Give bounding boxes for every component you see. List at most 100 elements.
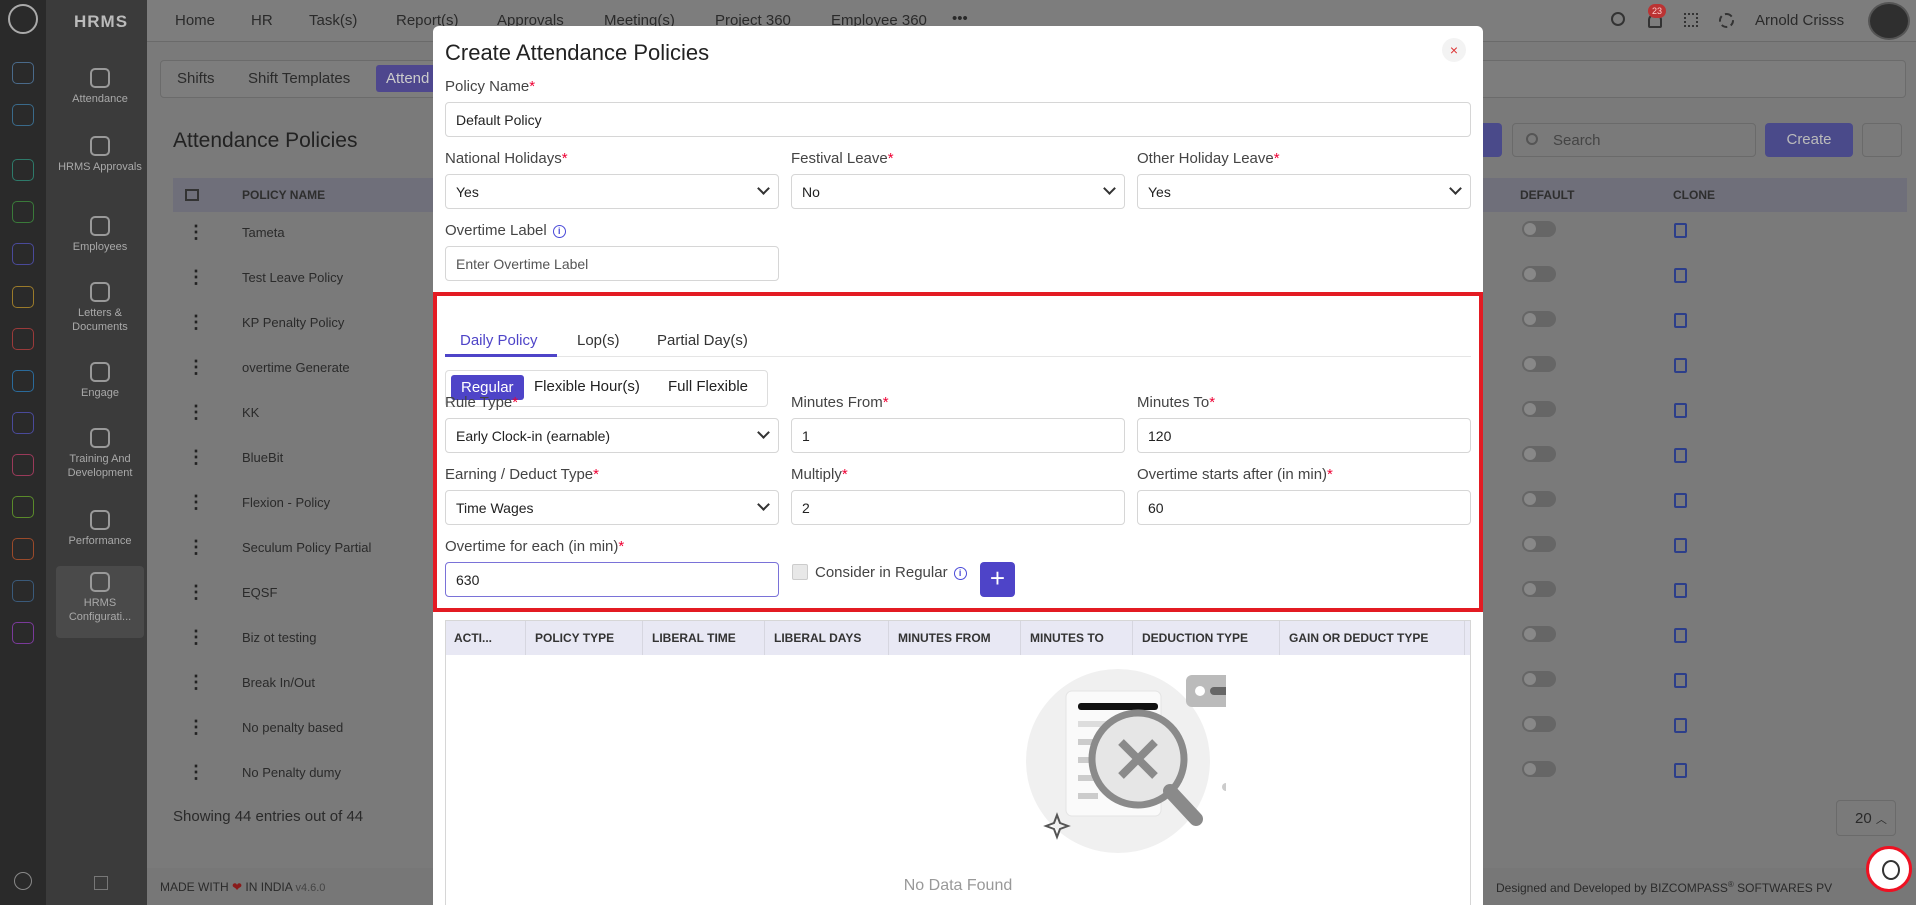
row-menu-icon[interactable]: ⋮ bbox=[187, 537, 205, 558]
row-menu-icon[interactable]: ⋮ bbox=[187, 402, 205, 423]
overtime-label-input[interactable]: Enter Overtime Label bbox=[445, 246, 779, 281]
table-row[interactable]: ⋮ Break In/Out bbox=[173, 670, 433, 715]
national-holidays-select[interactable]: Yes bbox=[445, 174, 779, 209]
col-gain-deduct-type[interactable]: GAIN OR DEDUCT TYPE bbox=[1289, 631, 1428, 645]
table-row[interactable]: ⋮ Test Leave Policy bbox=[173, 265, 433, 310]
row-menu-icon[interactable]: ⋮ bbox=[187, 447, 205, 468]
default-toggle[interactable] bbox=[1522, 581, 1556, 597]
row-menu-icon[interactable]: ⋮ bbox=[187, 627, 205, 648]
tab-lops[interactable]: Lop(s) bbox=[577, 332, 620, 349]
row-menu-icon[interactable]: ⋮ bbox=[187, 492, 205, 513]
tab-shift-templates[interactable]: Shift Templates bbox=[248, 70, 350, 87]
row-menu-icon[interactable]: ⋮ bbox=[187, 672, 205, 693]
avatar[interactable] bbox=[1868, 2, 1910, 40]
row-menu-icon[interactable]: ⋮ bbox=[187, 312, 205, 333]
rule-type-select[interactable]: Early Clock-in (earnable) bbox=[445, 418, 779, 453]
clone-icon[interactable] bbox=[1674, 313, 1687, 328]
minutes-to-input[interactable]: 120 bbox=[1137, 418, 1471, 453]
gear-icon[interactable] bbox=[1719, 13, 1734, 28]
sidebar-item-employees[interactable]: Employees bbox=[56, 216, 144, 254]
clone-icon[interactable] bbox=[1674, 583, 1687, 598]
clone-icon[interactable] bbox=[1674, 493, 1687, 508]
page-size-select[interactable]: 20 ︿ bbox=[1836, 800, 1896, 836]
tab-attendance-policies[interactable]: Attend bbox=[376, 65, 440, 92]
segment-flexible-hours[interactable]: Flexible Hour(s) bbox=[534, 378, 640, 395]
earning-deduct-select[interactable]: Time Wages bbox=[445, 490, 779, 525]
sidebar-item-performance[interactable]: Performance bbox=[56, 510, 144, 548]
clone-icon[interactable] bbox=[1674, 538, 1687, 553]
app-icon[interactable] bbox=[12, 454, 34, 476]
minutes-from-input[interactable]: 1 bbox=[791, 418, 1125, 453]
clone-icon[interactable] bbox=[1674, 628, 1687, 643]
sidebar-item-attendance[interactable]: Attendance bbox=[56, 68, 144, 106]
app-icon[interactable] bbox=[12, 243, 34, 265]
sidebar-item-engage[interactable]: Engage bbox=[56, 362, 144, 400]
festival-leave-select[interactable]: No bbox=[791, 174, 1125, 209]
clone-icon[interactable] bbox=[1674, 763, 1687, 778]
info-icon[interactable]: i bbox=[552, 225, 566, 238]
col-actions[interactable]: ACTI... bbox=[454, 631, 492, 645]
tab-shifts[interactable]: Shifts bbox=[177, 70, 215, 87]
table-row[interactable]: ⋮ Biz ot testing bbox=[173, 625, 433, 670]
table-row[interactable]: ⋮ EQSF bbox=[173, 580, 433, 625]
clone-icon[interactable] bbox=[1674, 718, 1687, 733]
col-liberal-time[interactable]: LIBERAL TIME bbox=[652, 631, 736, 645]
user-name[interactable]: Arnold Crisss bbox=[1755, 12, 1844, 29]
segment-full-flexible[interactable]: Full Flexible bbox=[668, 378, 748, 395]
default-toggle[interactable] bbox=[1522, 356, 1556, 372]
default-toggle[interactable] bbox=[1522, 221, 1556, 237]
app-icon[interactable] bbox=[12, 496, 34, 518]
col-minutes-to[interactable]: MINUTES TO bbox=[1030, 631, 1104, 645]
default-toggle[interactable] bbox=[1522, 446, 1556, 462]
default-toggle[interactable] bbox=[1522, 491, 1556, 507]
row-menu-icon[interactable]: ⋮ bbox=[187, 762, 205, 783]
row-menu-icon[interactable]: ⋮ bbox=[187, 222, 205, 243]
search-icon[interactable] bbox=[14, 872, 32, 890]
clone-icon[interactable] bbox=[1674, 448, 1687, 463]
default-toggle[interactable] bbox=[1522, 626, 1556, 642]
row-menu-icon[interactable]: ⋮ bbox=[187, 267, 205, 288]
app-icon[interactable] bbox=[12, 580, 34, 602]
app-icon[interactable] bbox=[12, 538, 34, 560]
ot-starts-after-input[interactable]: 60 bbox=[1137, 490, 1471, 525]
app-icon[interactable] bbox=[12, 370, 34, 392]
app-icon[interactable] bbox=[12, 622, 34, 644]
info-icon[interactable]: i bbox=[953, 567, 967, 580]
ot-for-each-input[interactable]: 630 bbox=[445, 562, 779, 597]
collapse-sidebar-icon[interactable] bbox=[94, 876, 108, 890]
clone-icon[interactable] bbox=[1674, 673, 1687, 688]
default-toggle[interactable] bbox=[1522, 311, 1556, 327]
other-holiday-select[interactable]: Yes bbox=[1137, 174, 1471, 209]
table-row[interactable]: ⋮ No penalty based bbox=[173, 715, 433, 760]
default-toggle[interactable] bbox=[1522, 401, 1556, 417]
multiply-input[interactable]: 2 bbox=[791, 490, 1125, 525]
column-clone[interactable]: CLONE bbox=[1673, 188, 1715, 202]
default-toggle[interactable] bbox=[1522, 761, 1556, 777]
col-deduction-type[interactable]: DEDUCTION TYPE bbox=[1142, 631, 1248, 645]
table-row[interactable]: ⋮ overtime Generate bbox=[173, 355, 433, 400]
consider-in-regular-checkbox[interactable] bbox=[792, 564, 808, 580]
nav-hr[interactable]: HR bbox=[251, 12, 273, 29]
sidebar-item-training[interactable]: Training And Development bbox=[56, 428, 144, 480]
table-row[interactable]: ⋮ Seculum Policy Partial bbox=[173, 535, 433, 580]
app-icon[interactable] bbox=[12, 286, 34, 308]
col-minutes-from[interactable]: MINUTES FROM bbox=[898, 631, 991, 645]
nav-home[interactable]: Home bbox=[175, 12, 215, 29]
default-toggle[interactable] bbox=[1522, 266, 1556, 282]
nav-tasks[interactable]: Task(s) bbox=[309, 12, 357, 29]
table-row[interactable]: ⋮ KP Penalty Policy bbox=[173, 310, 433, 355]
bg-action-button[interactable] bbox=[1480, 123, 1502, 157]
more-nav-icon[interactable]: ••• bbox=[952, 10, 968, 27]
policy-name-input[interactable]: Default Policy bbox=[445, 102, 1471, 137]
clone-icon[interactable] bbox=[1674, 403, 1687, 418]
table-row[interactable]: ⋮ BlueBit bbox=[173, 445, 433, 490]
column-policy-name[interactable]: POLICY NAME bbox=[242, 188, 325, 202]
table-row[interactable]: ⋮ Tameta bbox=[173, 220, 433, 265]
col-policy-type[interactable]: POLICY TYPE bbox=[535, 631, 614, 645]
table-row[interactable]: ⋮ KK bbox=[173, 400, 433, 445]
tab-daily-policy[interactable]: Daily Policy bbox=[460, 332, 538, 349]
filter-icon[interactable] bbox=[1862, 123, 1902, 157]
sidebar-item-hrms-configuration[interactable]: HRMS Configurati... bbox=[56, 566, 144, 638]
sidebar-item-letters-documents[interactable]: Letters & Documents bbox=[56, 282, 144, 334]
add-rule-button[interactable]: + bbox=[980, 562, 1015, 597]
